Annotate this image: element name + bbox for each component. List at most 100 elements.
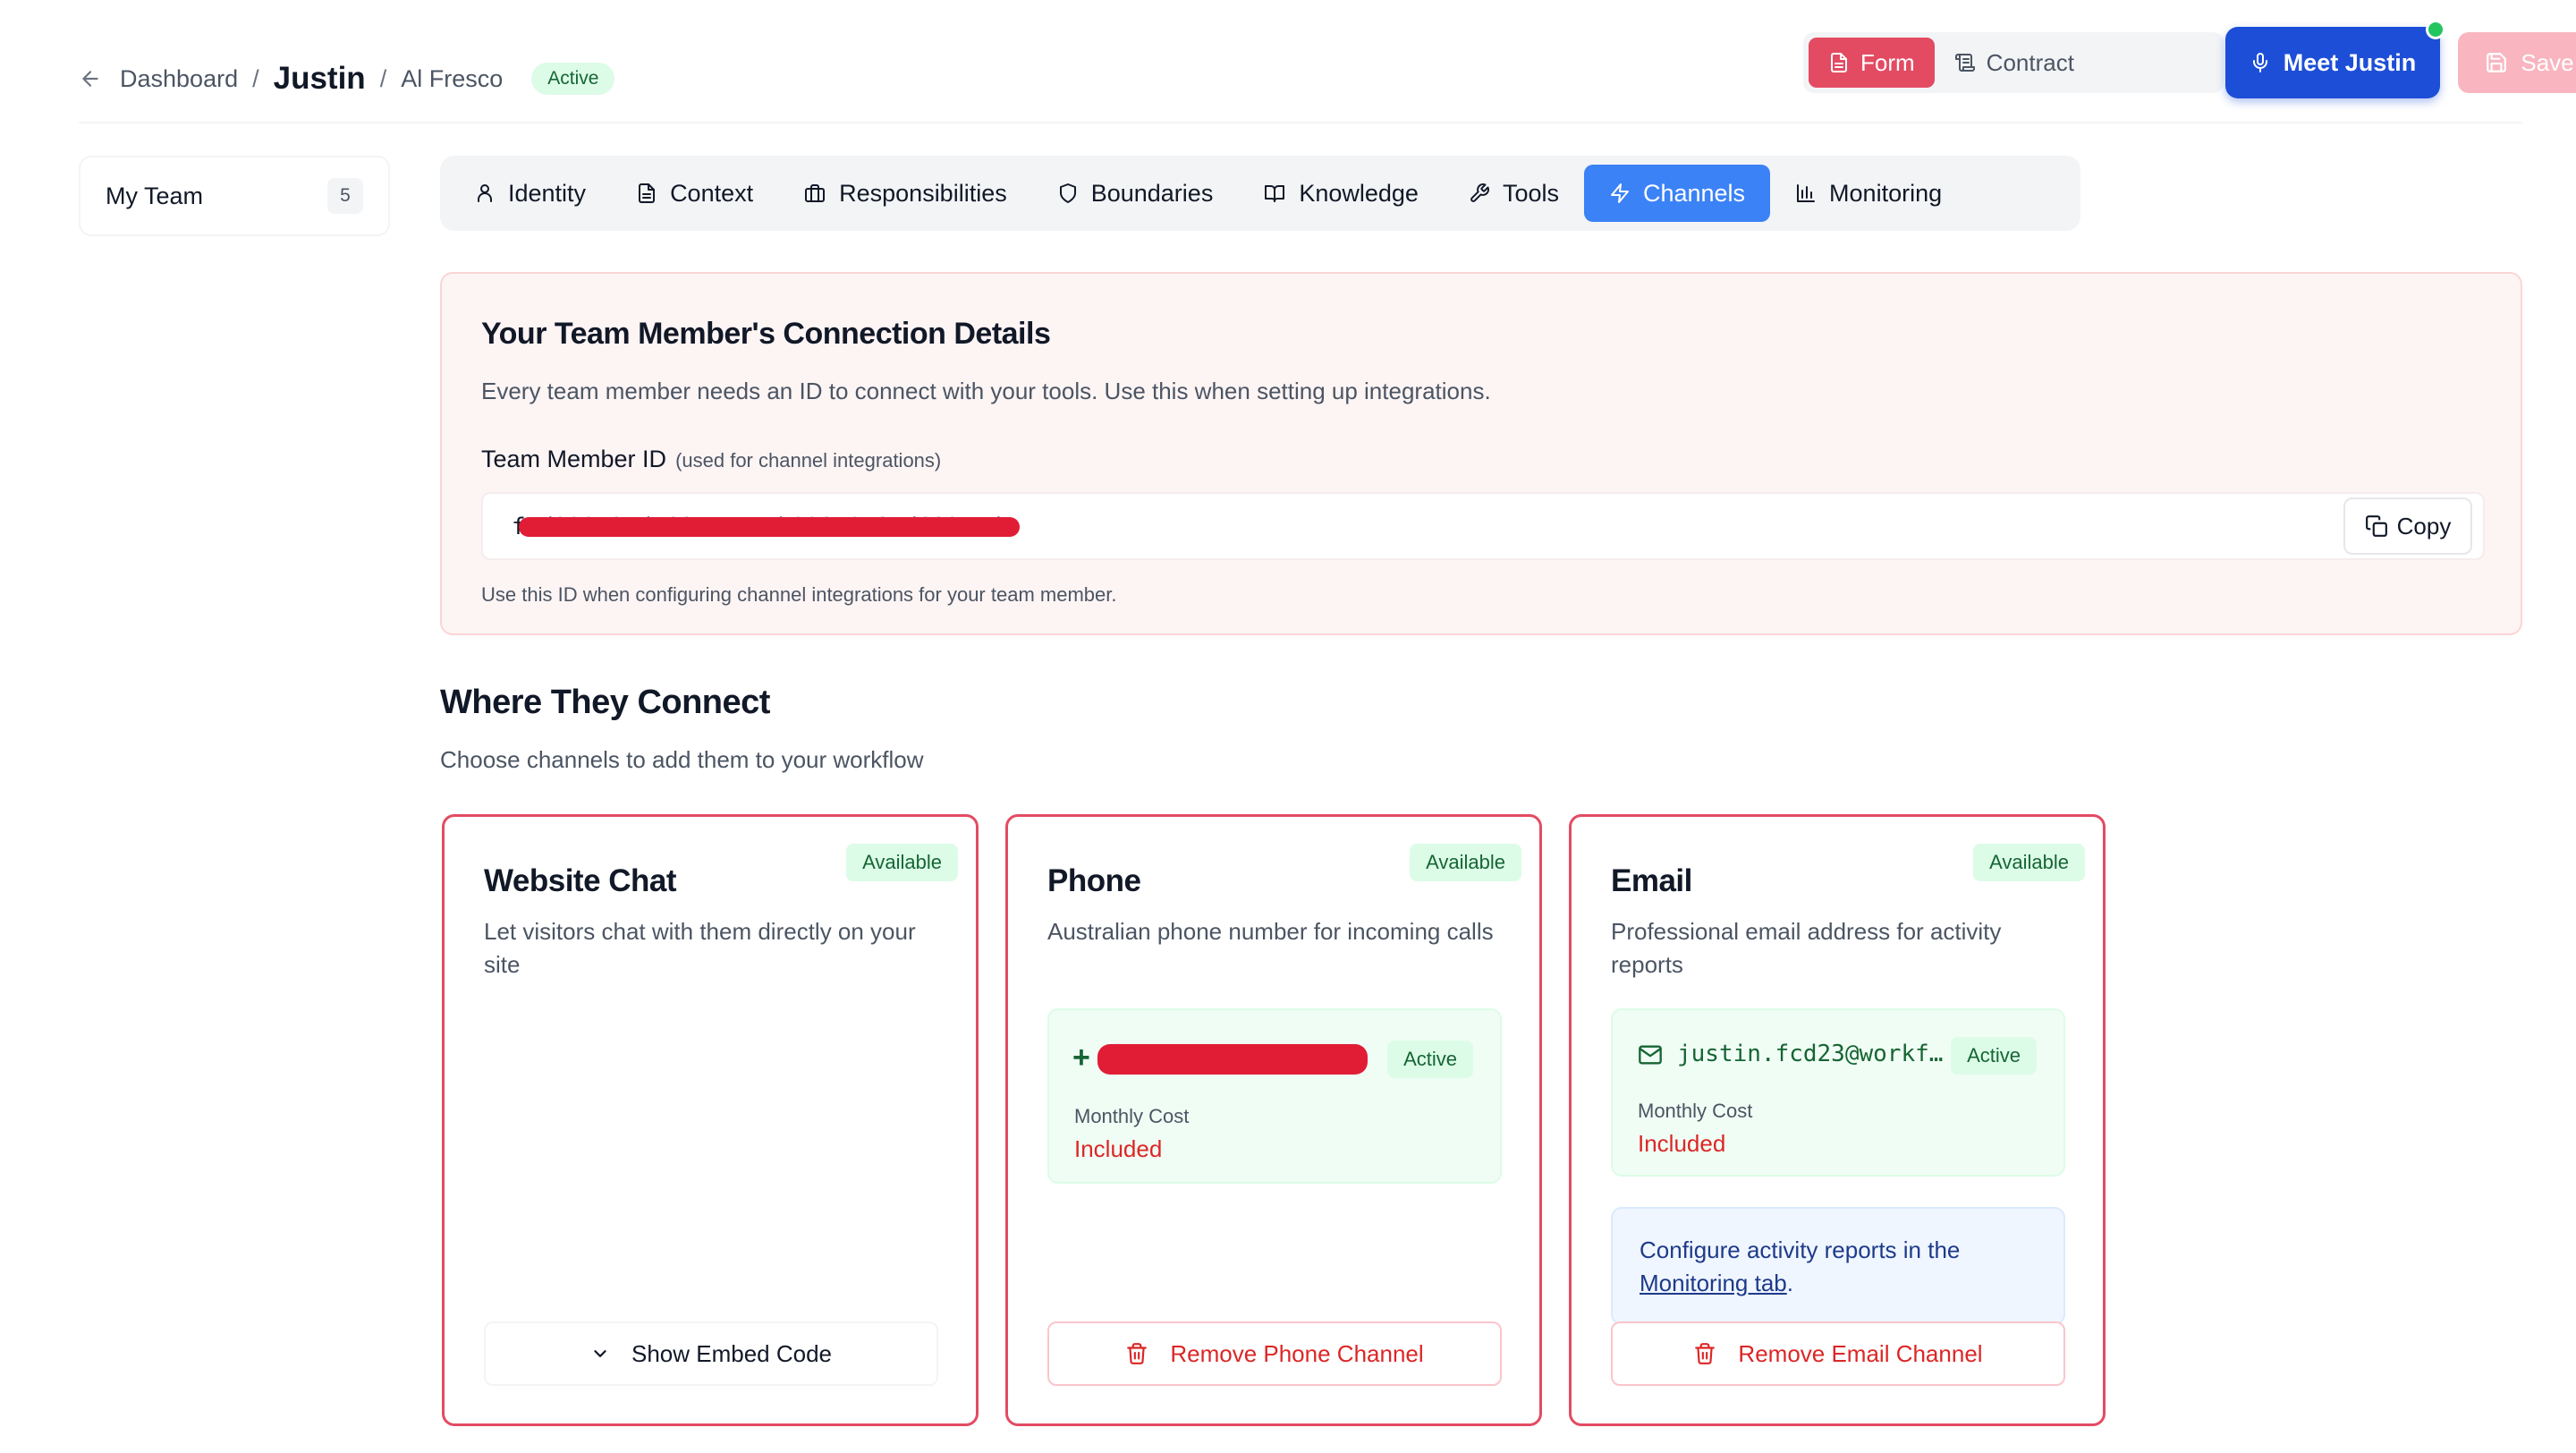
tab-label: Monitoring — [1829, 179, 1943, 207]
mail-icon — [1638, 1042, 1663, 1067]
show-embed-code-label: Show Embed Code — [631, 1339, 833, 1367]
arrow-left-icon[interactable] — [79, 66, 104, 91]
phone-status-box: + Active Monthly Cost Included — [1047, 1008, 1502, 1184]
redaction-mark — [519, 517, 1020, 537]
save-button[interactable]: Save — [2458, 32, 2576, 93]
tab-label: Identity — [508, 179, 587, 207]
website-chat-card: Website Chat Available Let visitors chat… — [442, 814, 979, 1426]
my-team-card[interactable]: My Team 5 — [79, 156, 390, 236]
form-button-label: Form — [1860, 48, 1915, 76]
channel-title: Email — [1611, 863, 1692, 898]
wrench-icon — [1469, 183, 1490, 204]
tab-label: Channels — [1642, 179, 1746, 207]
info-text: Configure activity reports in the — [1640, 1236, 1961, 1263]
channel-description: Professional email address for activity … — [1611, 918, 2002, 978]
my-team-label: My Team — [106, 182, 204, 209]
tab-label: Knowledge — [1299, 179, 1419, 207]
tab-channels[interactable]: Channels — [1583, 165, 1771, 222]
email-card: Email Available Professional email addre… — [1569, 814, 2106, 1426]
document-icon — [1828, 52, 1850, 73]
phone-number-prefix: + — [1072, 1041, 1090, 1075]
meet-button-label: Meet Justin — [2283, 48, 2417, 76]
redaction-mark — [1097, 1044, 1368, 1075]
form-button[interactable]: Form — [1809, 38, 1935, 88]
email-status-box: justin.fcd23@workf… Active Monthly Cost … — [1611, 1008, 2065, 1177]
monitoring-tab-link[interactable]: Monitoring tab — [1640, 1270, 1787, 1296]
monthly-cost-value: Included — [1074, 1135, 1163, 1162]
status-badge: Active — [531, 63, 615, 95]
availability-badge: Available — [1973, 844, 2085, 881]
tab-knowledge[interactable]: Knowledge — [1238, 165, 1444, 222]
tab-context[interactable]: Context — [611, 165, 778, 222]
tab-label: Boundaries — [1090, 179, 1214, 207]
tab-tools[interactable]: Tools — [1444, 165, 1584, 222]
show-embed-code-button[interactable]: Show Embed Code — [484, 1321, 938, 1386]
status-badge: Active — [1951, 1037, 2037, 1075]
channel-description: Let visitors chat with them directly on … — [484, 918, 916, 978]
save-button-label: Save — [2521, 48, 2574, 76]
tab-boundaries[interactable]: Boundaries — [1032, 165, 1239, 222]
breadcrumb-current: Justin — [273, 61, 366, 96]
remove-email-channel-button[interactable]: Remove Email Channel — [1611, 1321, 2065, 1386]
activity-reports-info: Configure activity reports in the Monito… — [1611, 1207, 2065, 1325]
document-icon — [636, 183, 657, 204]
tab-bar: Identity Context Responsibilities Bounda… — [440, 156, 2080, 231]
monthly-cost-label: Monthly Cost — [1074, 1105, 1190, 1127]
meet-button[interactable]: Meet Justin — [2225, 20, 2445, 98]
channel-title: Phone — [1047, 863, 1141, 898]
connection-description: Every team member needs an ID to connect… — [481, 378, 1491, 404]
tab-label: Tools — [1502, 179, 1559, 207]
bar-chart-icon — [1795, 183, 1817, 204]
header-divider — [79, 122, 2522, 123]
channel-title: Website Chat — [484, 863, 677, 898]
tab-identity[interactable]: Identity — [449, 165, 611, 222]
tab-label: Context — [670, 179, 754, 207]
form-contract-toggle: Form Contract — [1803, 32, 2224, 93]
breadcrumb-separator: / — [379, 64, 387, 92]
briefcase-icon — [803, 183, 826, 204]
breadcrumb: Dashboard / Justin / Al Fresco Active — [79, 61, 615, 97]
info-end: . — [1786, 1270, 1793, 1296]
tab-monitoring[interactable]: Monitoring — [1770, 165, 1967, 222]
id-label-text: Team Member ID — [481, 446, 667, 472]
contract-button[interactable]: Contract — [1935, 38, 2094, 88]
channels-section-title: Where They Connect — [440, 684, 770, 721]
tab-label: Responsibilities — [839, 179, 1007, 207]
shield-icon — [1057, 183, 1079, 204]
phone-card: Phone Available Australian phone number … — [1005, 814, 1542, 1426]
id-help-text: Use this ID when configuring channel int… — [481, 583, 1117, 606]
breadcrumb-company: Al Fresco — [401, 64, 504, 92]
team-member-id-field[interactable]: fcd23079-d160-4774-b320-8a05d60354da Cop… — [481, 492, 2485, 560]
copy-icon — [2365, 514, 2388, 538]
tab-responsibilities[interactable]: Responsibilities — [778, 165, 1032, 222]
channel-description: Australian phone number for incoming cal… — [1047, 918, 1494, 945]
page-header: Dashboard / Justin / Al Fresco Active Fo… — [79, 20, 2576, 125]
team-member-id-label: Team Member ID (used for channel integrat… — [481, 446, 941, 473]
copy-button[interactable]: Copy — [2343, 497, 2472, 555]
microphone-icon — [2250, 52, 2271, 73]
trash-icon — [1693, 1342, 1716, 1365]
lightning-icon — [1609, 183, 1631, 204]
availability-badge: Available — [846, 844, 958, 881]
id-label-hint: (used for channel integrations) — [675, 449, 942, 472]
monthly-cost-label: Monthly Cost — [1638, 1100, 1753, 1122]
availability-badge: Available — [1410, 844, 1521, 881]
channels-section-subtitle: Choose channels to add them to your work… — [440, 746, 924, 773]
breadcrumb-dashboard-link[interactable]: Dashboard — [120, 65, 238, 93]
breadcrumb-separator: / — [252, 64, 259, 92]
monthly-cost-value: Included — [1638, 1130, 1726, 1157]
connection-title: Your Team Member's Connection Details — [481, 317, 1051, 351]
book-icon — [1263, 183, 1286, 204]
connection-details-panel: Your Team Member's Connection Details Ev… — [440, 272, 2522, 635]
user-icon — [474, 183, 496, 204]
chevron-down-icon — [590, 1344, 610, 1364]
remove-phone-channel-button[interactable]: Remove Phone Channel — [1047, 1321, 1502, 1386]
copy-button-label: Copy — [2396, 512, 2452, 540]
team-count-badge: 5 — [327, 178, 363, 214]
scroll-icon — [1954, 52, 1976, 73]
trash-icon — [1125, 1342, 1148, 1365]
save-icon — [2485, 51, 2508, 74]
email-address: justin.fcd23@workf… — [1677, 1041, 1944, 1067]
status-badge: Active — [1387, 1041, 1473, 1078]
remove-email-label: Remove Email Channel — [1738, 1339, 1983, 1367]
